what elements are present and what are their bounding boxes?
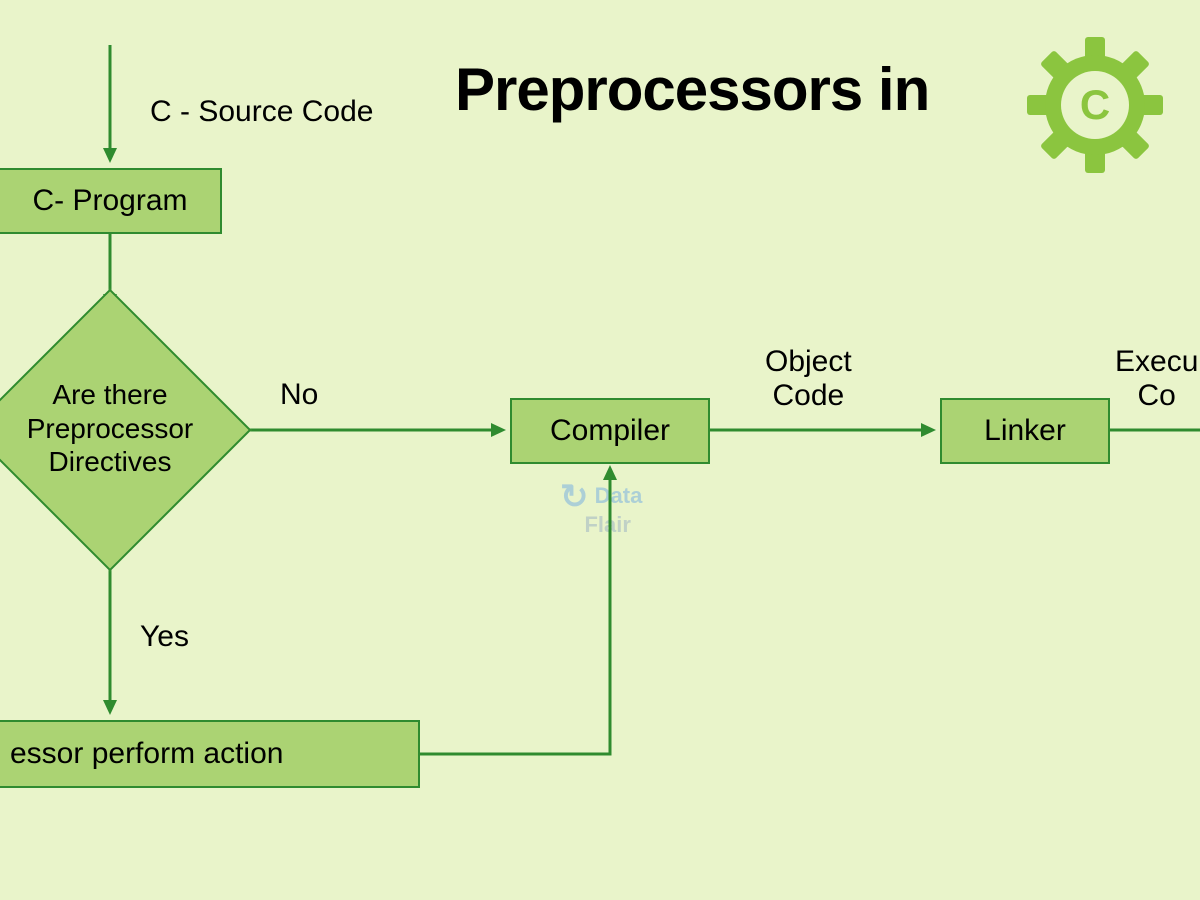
label-object-code: Object Code [765,345,852,413]
arrow-decision-to-compiler [250,420,510,440]
c-gear-logo: C [1025,35,1165,180]
node-c-program: C- Program [0,168,222,234]
arrow-source-to-program [100,45,120,165]
node-preprocessor-action: essor perform action [0,720,420,788]
label-exec-code: Execu Co [1115,345,1198,413]
label-source-code: C - Source Code [150,95,373,129]
node-linker: Linker [940,398,1110,464]
arrow-decision-to-action [100,570,120,720]
node-compiler: Compiler [510,398,710,464]
arrow-compiler-to-linker [710,420,940,440]
label-yes: Yes [140,620,189,654]
page-title: Preprocessors in [455,55,929,124]
node-decision-text: Are there Preprocessor Directives [18,378,202,479]
arrow-linker-to-exec [1110,420,1200,440]
diagram-canvas: Preprocessors in C [0,0,1200,900]
label-no: No [280,378,318,412]
arrow-action-to-compiler [420,460,620,760]
logo-letter: C [1080,81,1110,128]
